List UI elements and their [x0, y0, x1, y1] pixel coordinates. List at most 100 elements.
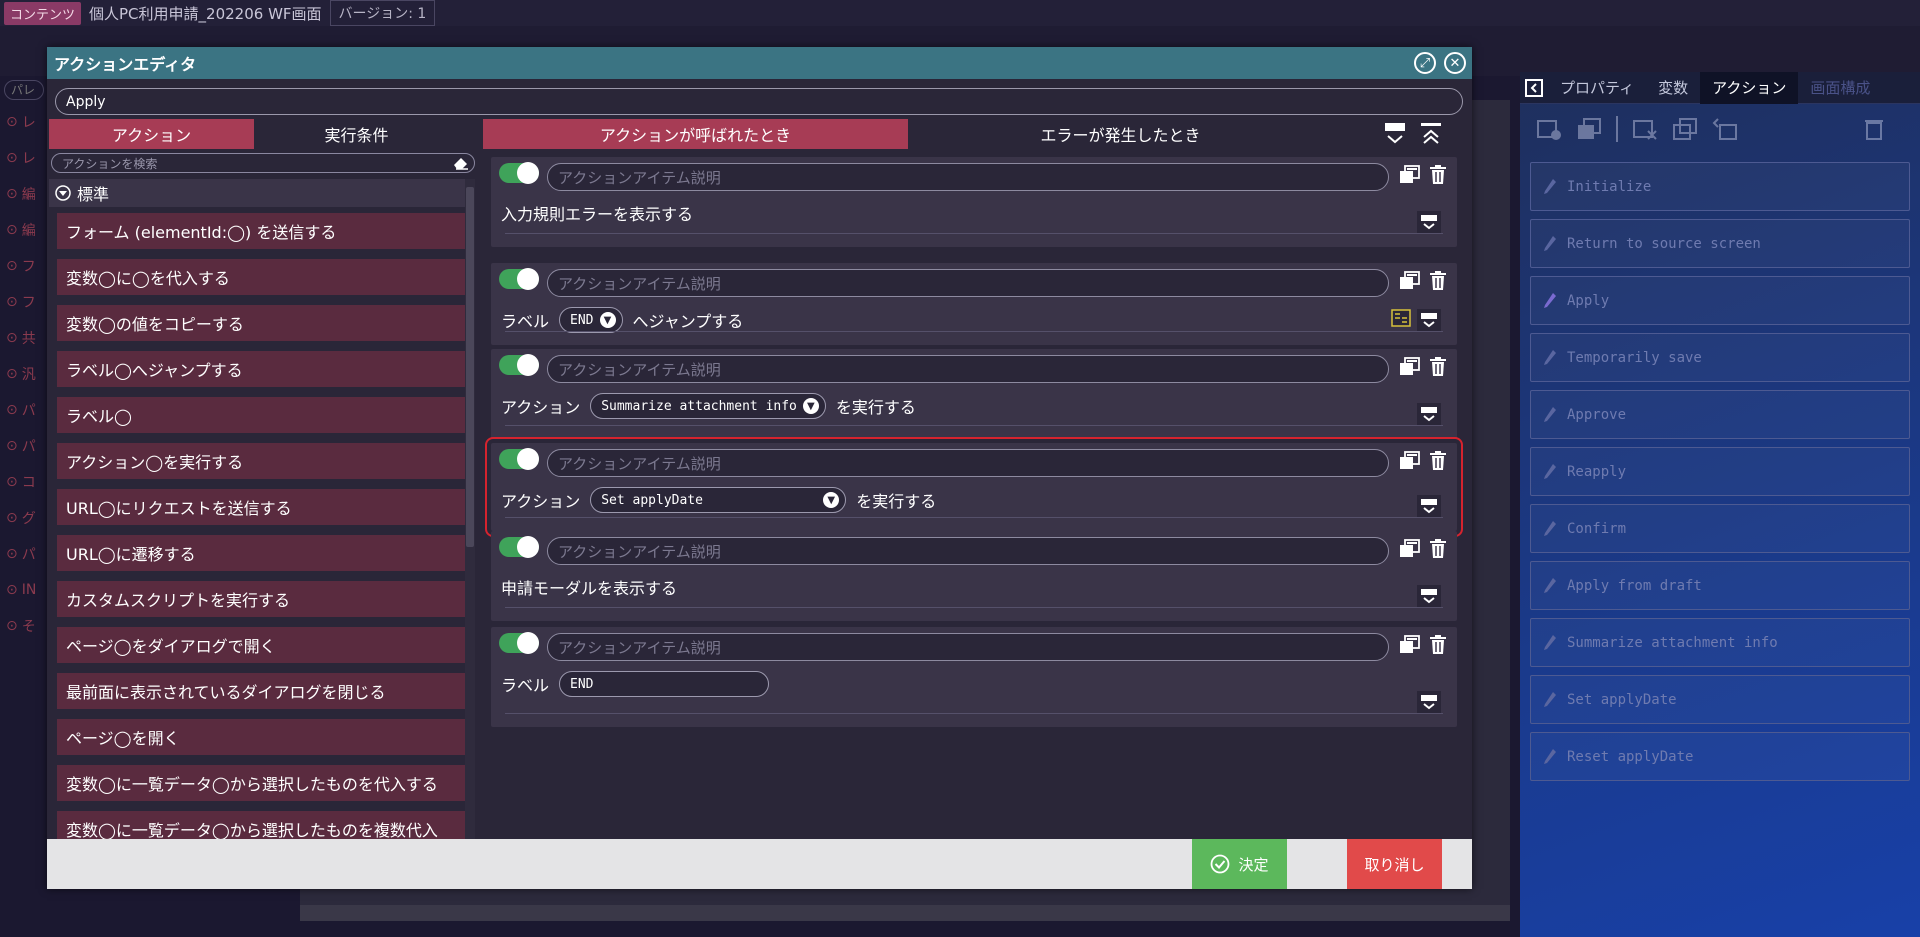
right-action-item[interactable]: Initialize — [1530, 162, 1910, 211]
palette-item[interactable]: 変数◯の値をコピーする — [57, 305, 465, 341]
dropdown-icon[interactable]: ▼ — [823, 492, 840, 508]
trash-icon[interactable] — [1429, 165, 1447, 185]
trash-icon[interactable] — [1862, 117, 1888, 141]
item-description-input[interactable]: アクションアイテム説明 — [547, 633, 1389, 661]
palette-item[interactable]: ページ◯を開く — [57, 719, 465, 755]
item-select[interactable]: Summarize attachment info ▼ — [590, 393, 826, 419]
ok-button[interactable]: 決定 — [1192, 839, 1287, 889]
action-item-card[interactable]: アクションアイテム説明 申請モーダルを表示する — [491, 531, 1457, 621]
trash-icon[interactable] — [1429, 635, 1447, 655]
enable-toggle[interactable] — [499, 536, 539, 558]
enable-toggle[interactable] — [499, 448, 539, 470]
item-label-input[interactable]: END — [559, 671, 770, 697]
right-action-item[interactable]: Summarize attachment info — [1530, 618, 1910, 667]
copy-icon[interactable] — [1399, 357, 1421, 377]
cancel-button[interactable]: 取り消し — [1347, 839, 1442, 889]
right-action-item[interactable]: Apply — [1530, 276, 1910, 325]
action-item-card[interactable]: アクションアイテム説明 アクション Summarize attachment inf… — [491, 349, 1457, 439]
palette-scrollbar[interactable] — [465, 179, 475, 879]
resize-icon[interactable]: ⤢ — [1414, 52, 1436, 74]
copy-icon[interactable] — [1399, 165, 1421, 185]
item-description-input[interactable]: アクションアイテム説明 — [547, 355, 1389, 383]
group-header-standard[interactable]: 標準 — [49, 179, 467, 207]
copy-icon[interactable] — [1399, 271, 1421, 291]
copy-icon[interactable] — [1399, 451, 1421, 471]
duplicate-icon[interactable] — [1672, 117, 1698, 141]
palette-item[interactable]: ページ◯をダイアログで開く — [57, 627, 465, 663]
palette-item[interactable]: ラベル◯へジャンプする — [57, 351, 465, 387]
enable-toggle[interactable] — [499, 162, 539, 184]
palette-item-label: 変数◯に一覧データ◯から選択したものを複数代入 — [66, 821, 438, 840]
trash-icon[interactable] — [1429, 357, 1447, 377]
right-action-item[interactable]: Approve — [1530, 390, 1910, 439]
expand-item-icon[interactable] — [1417, 585, 1441, 607]
version-badge[interactable]: バージョン: 1 — [329, 0, 436, 26]
expand-item-icon[interactable] — [1417, 495, 1441, 517]
right-action-item[interactable]: Reapply — [1530, 447, 1910, 496]
tab-on-error[interactable]: エラーが発生したとき — [908, 119, 1333, 149]
palette-item[interactable]: フォーム (elementId:◯) を送信する — [57, 213, 465, 249]
item-select[interactable]: END ▼ — [559, 307, 623, 333]
copy-icon[interactable] — [1399, 635, 1421, 655]
right-action-label: Set applyDate — [1567, 691, 1677, 708]
palette-item[interactable]: URL◯にリクエストを送信する — [57, 489, 465, 525]
tab-properties[interactable]: プロパティ — [1548, 72, 1646, 104]
item-description-input[interactable]: アクションアイテム説明 — [547, 537, 1389, 565]
palette-item[interactable]: URL◯に遷移する — [57, 535, 465, 571]
eraser-icon[interactable] — [452, 155, 470, 171]
item-description-input[interactable]: アクションアイテム説明 — [547, 163, 1389, 191]
panel-collapse-icon[interactable] — [1520, 72, 1548, 104]
trash-icon[interactable] — [1429, 539, 1447, 559]
background-palette-search[interactable]: パレ — [4, 80, 44, 100]
enable-toggle[interactable] — [499, 354, 539, 376]
palette-item[interactable]: 最前面に表示されているダイアログを閉じる — [57, 673, 465, 709]
dropdown-icon[interactable]: ▼ — [802, 398, 819, 414]
tab-on-called[interactable]: アクションが呼ばれたとき — [483, 119, 908, 149]
canvas-scrollbar[interactable] — [300, 905, 1510, 921]
expand-item-icon[interactable] — [1417, 691, 1441, 713]
expand-all-icon[interactable] — [1383, 121, 1407, 147]
tab-actions-palette[interactable]: アクション — [49, 119, 254, 149]
right-action-item[interactable]: Set applyDate — [1530, 675, 1910, 724]
expand-item-icon[interactable] — [1417, 211, 1441, 233]
close-icon[interactable]: ✕ — [1444, 52, 1466, 74]
right-action-item[interactable]: Apply from draft — [1530, 561, 1910, 610]
action-name-input[interactable]: Apply — [55, 88, 1463, 115]
item-select[interactable]: Set applyDate ▼ — [590, 487, 847, 513]
expand-item-icon[interactable] — [1417, 309, 1441, 331]
collapse-all-icon[interactable] — [1419, 121, 1443, 147]
action-item-card[interactable]: アクションアイテム説明 ラベル END ▼ へジャンプする — [491, 263, 1457, 345]
expand-item-icon[interactable] — [1417, 403, 1441, 425]
tab-screen-structure[interactable]: 画面構成 — [1798, 72, 1882, 104]
palette-item[interactable]: アクション◯を実行する — [57, 443, 465, 479]
right-action-item[interactable]: Temporarily save — [1530, 333, 1910, 382]
palette-item[interactable]: ラベル◯ — [57, 397, 465, 433]
tab-variables[interactable]: 変数 — [1646, 72, 1700, 104]
delete-action-icon[interactable] — [1632, 117, 1658, 141]
palette-item[interactable]: カスタムスクリプトを実行する — [57, 581, 465, 617]
item-description-input[interactable]: アクションアイテム説明 — [547, 269, 1389, 297]
action-item-card[interactable]: アクションアイテム説明 入力規則エラーを表示する — [491, 157, 1457, 247]
action-item-card[interactable]: アクションアイテム説明 ラベル END — [491, 627, 1457, 727]
tab-conditions[interactable]: 実行条件 — [254, 119, 459, 149]
tab-actions[interactable]: アクション — [1700, 71, 1799, 104]
right-action-item[interactable]: Confirm — [1530, 504, 1910, 553]
script-icon[interactable] — [1391, 309, 1411, 327]
right-action-item[interactable]: Reset applyDate — [1530, 732, 1910, 781]
copy-action-icon[interactable] — [1576, 117, 1602, 141]
right-action-item[interactable]: Return to source screen — [1530, 219, 1910, 268]
palette-item[interactable]: 変数◯に◯を代入する — [57, 259, 465, 295]
copy-icon[interactable] — [1399, 539, 1421, 559]
move-icon[interactable] — [1712, 117, 1738, 141]
action-item-card[interactable]: アクションアイテム説明 アクション Set applyDate ▼ を実行する — [485, 437, 1463, 537]
dropdown-icon[interactable]: ▼ — [599, 312, 616, 328]
item-description-input[interactable]: アクションアイテム説明 — [547, 449, 1389, 477]
add-action-icon[interactable] — [1536, 117, 1562, 141]
action-search-input[interactable]: アクションを検索 — [51, 153, 475, 173]
trash-icon[interactable] — [1429, 451, 1447, 471]
palette-item[interactable]: 変数◯に一覧データ◯から選択したものを代入する — [57, 765, 465, 801]
palette-scroll-thumb[interactable] — [466, 187, 474, 547]
enable-toggle[interactable] — [499, 268, 539, 290]
trash-icon[interactable] — [1429, 271, 1447, 291]
enable-toggle[interactable] — [499, 632, 539, 654]
